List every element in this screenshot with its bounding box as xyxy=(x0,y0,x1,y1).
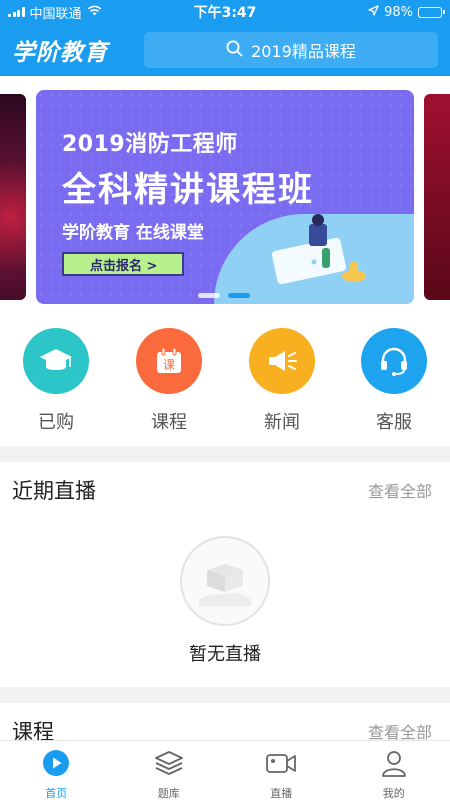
nav-bar: 学阶教育 2019精品课程 xyxy=(0,24,450,76)
quick-item-label: 已购 xyxy=(38,412,74,433)
live-view-all-link[interactable]: 查看全部 xyxy=(368,478,432,502)
tab-home[interactable]: 首页 xyxy=(0,741,113,800)
live-section-title: 近期直播 xyxy=(12,479,96,503)
live-empty-state: 暂无直播 xyxy=(0,536,450,666)
banner-illustration xyxy=(214,214,414,304)
search-placeholder: 2019精品课程 xyxy=(251,42,356,61)
empty-box-icon xyxy=(180,536,270,626)
carrier-name: 中国联通 xyxy=(29,6,82,22)
quick-item-label: 客服 xyxy=(376,412,412,433)
headset-icon[interactable] xyxy=(361,328,427,394)
banner-prev-peek[interactable] xyxy=(0,94,26,300)
live-section: 近期直播 查看全部 暂无直播 xyxy=(0,462,450,687)
layers-icon xyxy=(154,749,184,781)
course-section: 课程 查看全部 xyxy=(0,703,450,743)
wifi-icon xyxy=(87,5,102,20)
tab-live[interactable]: 直播 xyxy=(225,741,338,800)
search-bar[interactable]: 2019精品课程 xyxy=(144,32,438,68)
tab-label: 直播 xyxy=(270,787,293,800)
signal-icon xyxy=(8,7,25,17)
banner-slide[interactable]: 2019消防工程师 全科精讲课程班 学阶教育 在线课堂 点击报名 > xyxy=(36,90,414,304)
tab-label: 首页 xyxy=(45,787,68,800)
banner-carousel[interactable]: 2019消防工程师 全科精讲课程班 学阶教育 在线课堂 点击报名 > xyxy=(0,76,450,316)
battery-percent: 98% xyxy=(384,4,413,20)
tab-mine[interactable]: 我的 xyxy=(338,741,450,800)
quick-item-purchased[interactable]: 已购 xyxy=(8,328,104,434)
banner-title-line2: 全科精讲课程班 xyxy=(62,170,314,210)
user-icon xyxy=(380,749,408,781)
quick-item-news[interactable]: 新闻 xyxy=(234,328,330,434)
quick-item-course[interactable]: 课 课程 xyxy=(121,328,217,434)
tab-label: 题库 xyxy=(157,787,180,800)
location-arrow-icon xyxy=(368,4,379,20)
quick-item-service[interactable]: 客服 xyxy=(346,328,442,434)
banner-title-line1: 2019消防工程师 xyxy=(62,132,238,157)
graduation-cap-icon[interactable] xyxy=(23,328,89,394)
home-play-icon xyxy=(42,749,70,781)
megaphone-icon[interactable] xyxy=(249,328,315,394)
pager-dot[interactable] xyxy=(198,293,220,298)
search-icon xyxy=(226,40,243,61)
video-camera-icon xyxy=(265,749,297,781)
quick-item-label: 课程 xyxy=(151,412,187,433)
tab-label: 我的 xyxy=(382,787,405,800)
status-bar: 中国联通 下午3:47 98% xyxy=(0,0,450,24)
banner-signup-button[interactable]: 点击报名 > xyxy=(62,252,184,276)
quick-menu: 已购 课 课程 新闻 客服 xyxy=(0,316,450,446)
app-logo: 学阶教育 xyxy=(12,40,108,66)
tab-question-bank[interactable]: 题库 xyxy=(113,741,226,800)
carousel-pager xyxy=(198,293,250,298)
app-header: 中国联通 下午3:47 98% 学阶教育 2019精品课程 xyxy=(0,0,450,76)
course-section-title: 课程 xyxy=(12,720,54,743)
quick-item-label: 新闻 xyxy=(264,412,300,433)
banner-subtitle: 学阶教育 在线课堂 xyxy=(62,223,204,243)
banner-next-peek[interactable] xyxy=(424,94,450,300)
bottom-tab-bar: 首页 题库 直播 我的 xyxy=(0,740,450,800)
pager-dot-active[interactable] xyxy=(228,293,250,298)
svg-text:课: 课 xyxy=(163,358,175,372)
live-empty-text: 暂无直播 xyxy=(189,644,261,665)
battery-icon xyxy=(418,6,445,18)
course-calendar-icon[interactable]: 课 xyxy=(136,328,202,394)
